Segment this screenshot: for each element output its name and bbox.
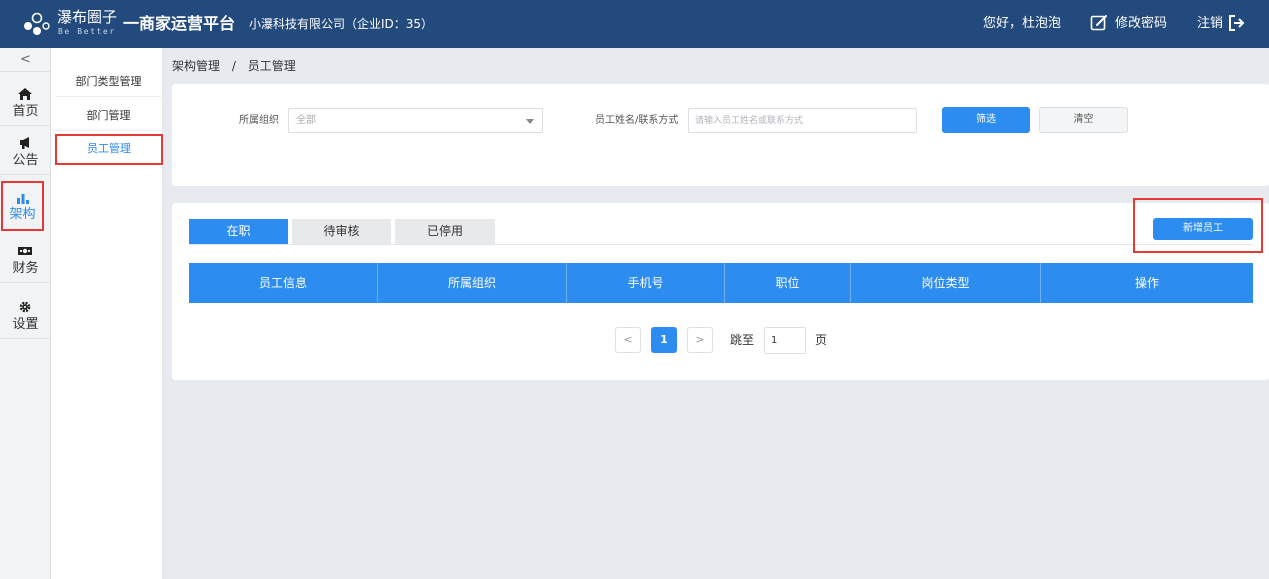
page-suffix: 页 bbox=[815, 333, 828, 347]
nav-item-announcement[interactable]: 公告 bbox=[0, 127, 51, 175]
org-select-value: 全部 bbox=[296, 115, 316, 126]
bar-chart-icon bbox=[17, 194, 29, 204]
name-filter-label: 员工姓名/联系方式 bbox=[595, 115, 679, 126]
platform-title: 一商家运营平台 bbox=[123, 14, 236, 33]
megaphone-icon bbox=[20, 137, 29, 149]
logout-link[interactable]: 注销 bbox=[1197, 15, 1223, 33]
nav-item-home[interactable]: 首页 bbox=[0, 78, 51, 126]
clear-button[interactable]: 清空 bbox=[1039, 107, 1128, 133]
prev-page-button[interactable]: < bbox=[615, 327, 641, 353]
nav-item-structure[interactable]: 架构 bbox=[1, 181, 44, 231]
filter-card bbox=[172, 84, 1269, 186]
edit-icon[interactable] bbox=[1090, 14, 1108, 32]
sub-sidebar: 部门类型管理 部门管理 员工管理 bbox=[51, 48, 163, 579]
filter-button[interactable]: 筛选 bbox=[942, 107, 1030, 133]
nav-label-finance: 财务 bbox=[12, 261, 39, 276]
logo-icon bbox=[24, 12, 50, 35]
breadcrumb-current: 员工管理 bbox=[247, 59, 296, 73]
table-header: 员工信息 所属组织 手机号 职位 岗位类型 操作 bbox=[189, 263, 1253, 303]
home-icon bbox=[18, 88, 32, 100]
breadcrumb-separator: / bbox=[231, 59, 236, 73]
nav-label-home: 首页 bbox=[12, 104, 39, 119]
brand-tagline: Be Better bbox=[58, 27, 116, 36]
nav-label-settings: 设置 bbox=[12, 317, 39, 332]
top-bar: 瀑布圈子 Be Better 一商家运营平台 小瀑科技有限公司（企业ID：35）… bbox=[0, 0, 1269, 48]
column-header-actions: 操作 bbox=[1134, 276, 1159, 290]
user-greeting: 您好，杜泡泡 bbox=[983, 16, 1062, 31]
org-select[interactable]: 全部 bbox=[288, 108, 543, 133]
sub-item-employee[interactable]: 员工管理 bbox=[55, 134, 163, 165]
nav-label-announcement: 公告 bbox=[12, 153, 39, 168]
company-info: 小瀑科技有限公司（企业ID：35） bbox=[249, 17, 434, 31]
column-header-org: 所属组织 bbox=[378, 263, 567, 303]
breadcrumb-first[interactable]: 架构管理 bbox=[172, 59, 220, 73]
sub-item-dept-type[interactable]: 部门类型管理 bbox=[56, 67, 161, 97]
org-filter-label: 所属组织 bbox=[239, 115, 279, 126]
employee-search-input[interactable] bbox=[688, 108, 917, 133]
nav-label-structure: 架构 bbox=[9, 207, 36, 222]
nav-item-finance[interactable]: 财务 bbox=[0, 235, 51, 283]
brand-name: 瀑布圈子 bbox=[57, 8, 118, 26]
goto-page-input[interactable] bbox=[764, 327, 806, 354]
money-icon bbox=[18, 247, 32, 255]
gear-icon bbox=[19, 301, 31, 313]
tab-pending-review[interactable]: 待审核 bbox=[292, 219, 391, 244]
collapse-sidebar-button[interactable]: < bbox=[0, 48, 51, 72]
tab-disabled[interactable]: 已停用 bbox=[395, 219, 495, 244]
nav-item-settings[interactable]: 设置 bbox=[0, 291, 51, 339]
chevron-down-icon bbox=[526, 119, 534, 124]
column-header-employee-info: 员工信息 bbox=[189, 263, 378, 303]
tab-divider bbox=[189, 244, 1253, 245]
change-password-link[interactable]: 修改密码 bbox=[1115, 15, 1167, 33]
page-1-button[interactable]: 1 bbox=[651, 327, 677, 353]
tab-active-employees[interactable]: 在职 bbox=[189, 219, 288, 244]
logout-icon[interactable] bbox=[1228, 14, 1246, 32]
column-header-job-type: 岗位类型 bbox=[851, 263, 1041, 303]
icon-sidebar: < 首页 公告 架构 财务 设置 bbox=[0, 48, 51, 579]
add-employee-button[interactable]: 新增员工 bbox=[1153, 218, 1253, 240]
breadcrumb: 架构管理 / 员工管理 bbox=[172, 57, 304, 75]
sub-item-dept[interactable]: 部门管理 bbox=[56, 101, 161, 131]
next-page-button[interactable]: > bbox=[687, 327, 713, 353]
goto-label: 跳至 bbox=[730, 333, 755, 347]
column-header-phone: 手机号 bbox=[567, 263, 725, 303]
column-header-position: 职位 bbox=[725, 263, 851, 303]
